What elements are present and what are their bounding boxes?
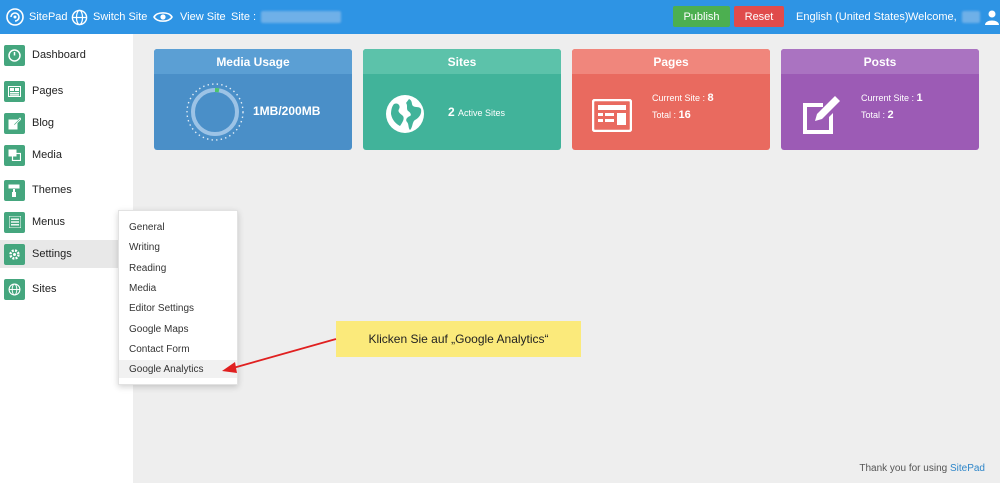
- sidebar-item-label: Menus: [32, 216, 66, 228]
- footer: Thank you for using SitePad: [859, 463, 985, 474]
- site-label: Site :: [231, 11, 257, 23]
- brand-link[interactable]: SitePad: [6, 0, 68, 34]
- submenu-item-reading[interactable]: Reading: [119, 259, 237, 277]
- pages-total-label: Total :: [652, 110, 677, 120]
- sidebar-item-label: Media: [32, 149, 62, 161]
- pages-icon: [592, 99, 632, 132]
- themes-icon: [4, 179, 25, 201]
- posts-current-site: Current Site : 1: [861, 92, 923, 104]
- sidebar-item-settings[interactable]: Settings: [0, 240, 133, 268]
- globe-icon: [71, 9, 88, 25]
- sites-suffix: Active Sites: [458, 108, 506, 118]
- sidebar-item-blog[interactable]: Blog: [0, 109, 133, 137]
- blog-icon: [4, 112, 25, 134]
- footer-text: Thank you for using: [859, 463, 948, 474]
- pages-card: Pages Current Site : 8 Total : 16: [572, 49, 770, 150]
- card-title: Posts: [781, 49, 979, 74]
- posts-current-value: 1: [916, 92, 923, 104]
- welcome-label: Welcome,: [908, 11, 957, 23]
- sidebar-item-sites[interactable]: Sites: [0, 275, 133, 303]
- gear-icon: [4, 243, 25, 265]
- submenu-item-media[interactable]: Media: [119, 279, 237, 297]
- card-title: Media Usage: [154, 49, 352, 74]
- submenu-item-google-analytics[interactable]: Google Analytics: [119, 360, 237, 378]
- sidebar-item-menus[interactable]: Menus: [0, 208, 133, 236]
- sidebar-item-label: Blog: [32, 117, 55, 129]
- pages-total-value: 16: [678, 109, 691, 121]
- sidebar-item-label: Settings: [32, 248, 72, 260]
- view-site-button[interactable]: View Site: [153, 0, 226, 34]
- edit-post-icon: [803, 96, 840, 134]
- posts-total-value: 2: [887, 109, 894, 121]
- language-selector[interactable]: English (United States): [796, 0, 909, 34]
- menus-icon: [4, 211, 25, 233]
- sidebar-item-label: Sites: [32, 283, 57, 295]
- pages-total: Total : 16: [652, 109, 691, 121]
- switch-site-label: Switch Site: [93, 11, 148, 23]
- posts-current-label: Current Site :: [861, 93, 915, 103]
- pages-current-value: 8: [707, 92, 714, 104]
- sidebar-item-label: Pages: [32, 85, 64, 97]
- sidebar-item-dashboard[interactable]: Dashboard: [0, 41, 133, 69]
- switch-site-button[interactable]: Switch Site: [71, 0, 147, 34]
- submenu-item-editor-settings[interactable]: Editor Settings: [119, 299, 237, 317]
- site-selector[interactable]: Site :: [231, 0, 342, 34]
- username-redacted: [961, 11, 980, 23]
- submenu-item-general[interactable]: General: [119, 218, 237, 236]
- sites-card: Sites 2 Active Sites: [363, 49, 561, 150]
- pages-icon: [4, 80, 25, 102]
- active-sites-count: 2 Active Sites: [448, 105, 505, 119]
- submenu-item-contact-form[interactable]: Contact Form: [119, 340, 237, 358]
- sidebar-item-pages[interactable]: Pages: [0, 77, 133, 105]
- pages-current-label: Current Site :: [652, 93, 706, 103]
- pages-current-site: Current Site : 8: [652, 92, 714, 104]
- site-url-redacted: [261, 11, 342, 23]
- card-title: Pages: [572, 49, 770, 74]
- view-site-label: View Site: [180, 11, 226, 23]
- posts-card: Posts Current Site : 1 Total : 2: [781, 49, 979, 150]
- sites-count: 2: [448, 105, 455, 119]
- submenu-item-google-maps[interactable]: Google Maps: [119, 320, 237, 338]
- top-bar: SitePad Switch Site View Site Site : Pub…: [0, 0, 1000, 34]
- posts-total-label: Total :: [861, 110, 886, 120]
- publish-button[interactable]: Publish: [673, 6, 730, 27]
- user-icon: [984, 10, 999, 25]
- language-label: English (United States): [796, 11, 909, 23]
- settings-submenu: General Writing Reading Media Editor Set…: [118, 210, 238, 385]
- sidebar: Dashboard Pages Blog Media Themes Menus …: [0, 34, 133, 483]
- instruction-callout: Klicken Sie auf „Google Analytics“: [336, 321, 581, 357]
- posts-total: Total : 2: [861, 109, 894, 121]
- globe-icon: [4, 278, 25, 300]
- sidebar-item-media[interactable]: Media: [0, 141, 133, 169]
- reset-button[interactable]: Reset: [734, 6, 784, 27]
- footer-brand-link[interactable]: SitePad: [950, 463, 985, 474]
- card-title: Sites: [363, 49, 561, 74]
- eye-icon: [153, 12, 173, 22]
- sitepad-logo-icon: [6, 8, 24, 26]
- sidebar-item-label: Dashboard: [32, 49, 86, 61]
- submenu-item-writing[interactable]: Writing: [119, 238, 237, 256]
- media-icon: [4, 144, 25, 166]
- brand-name: SitePad: [29, 11, 68, 23]
- media-usage-gauge-icon: [186, 83, 244, 141]
- dashboard-icon: [4, 44, 25, 66]
- sidebar-item-label: Themes: [32, 184, 72, 196]
- media-usage-value: 1MB/200MB: [253, 104, 321, 118]
- user-menu[interactable]: Welcome,: [908, 0, 999, 34]
- sidebar-item-themes[interactable]: Themes: [0, 176, 133, 204]
- media-usage-card: Media Usage 1MB/200MB: [154, 49, 352, 150]
- globe-icon: [386, 95, 424, 133]
